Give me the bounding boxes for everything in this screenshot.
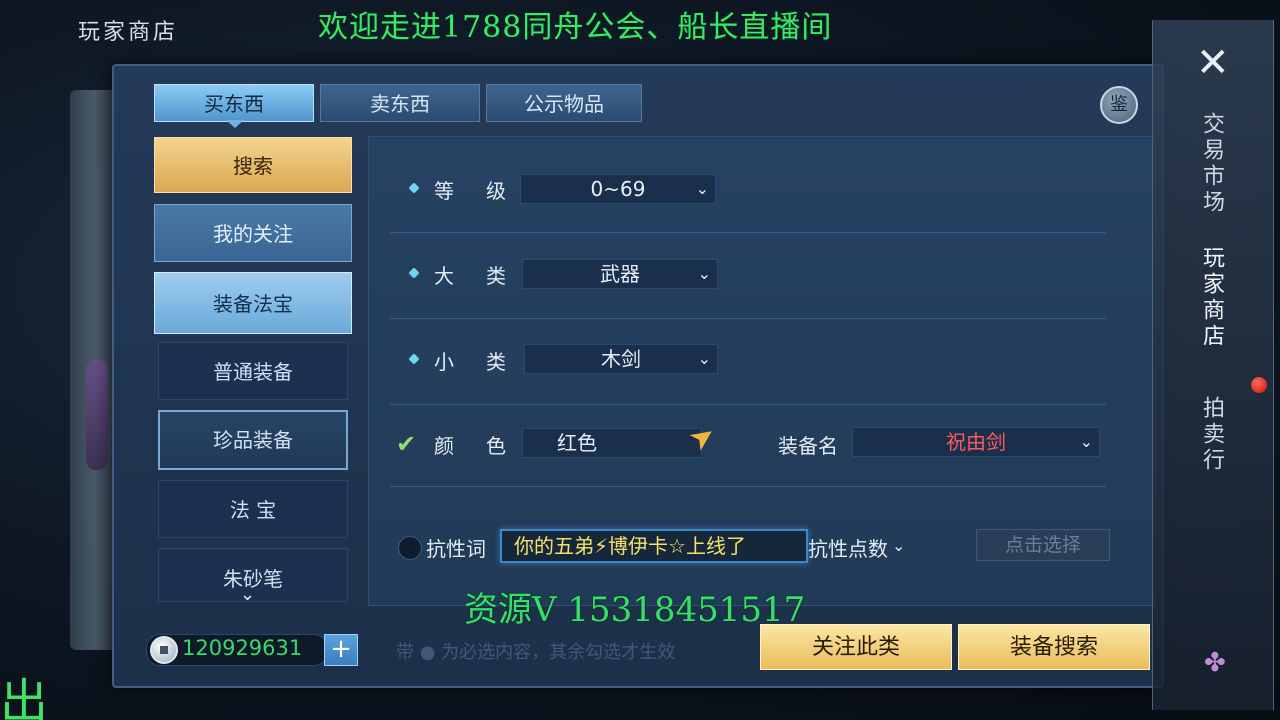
color-value: 红色	[557, 431, 597, 455]
color-dropdown[interactable]: 红色	[522, 428, 702, 458]
coin-hole	[160, 646, 168, 654]
equip-name-label: 装备名	[778, 434, 838, 458]
tab-public-items[interactable]: 公示物品	[486, 84, 642, 122]
rail-item-auction-house[interactable]: 拍卖行	[1199, 396, 1226, 474]
required-hint: 带 ● 为必选内容，其余勾选才生效	[396, 642, 676, 663]
notification-dot	[1251, 377, 1267, 393]
subcategory-dropdown[interactable]: 木剑 ⌄	[524, 344, 718, 374]
follow-category-button[interactable]: 关注此类	[760, 624, 952, 670]
equipment-search-button[interactable]: 装备搜索	[958, 624, 1150, 670]
level-label-2: 级	[486, 179, 506, 203]
side-menu-magic-treasure[interactable]: 法 宝	[158, 480, 348, 538]
resist-radio[interactable]	[398, 536, 422, 560]
color-label-1: 颜	[434, 434, 454, 458]
knot-ornament-icon: ✤	[1204, 648, 1226, 678]
scroll-ribbon-decoration	[86, 360, 108, 470]
side-menu-rare-equipment[interactable]: 珍品装备	[158, 410, 348, 470]
tab-buy[interactable]: 买东西	[154, 84, 314, 122]
level-label-1: 等	[434, 179, 454, 203]
divider	[390, 318, 1106, 319]
category-label-1: 大	[434, 264, 454, 288]
color-label-2: 色	[486, 434, 506, 458]
shop-title: 玩家商店	[78, 20, 179, 45]
chevron-down-icon[interactable]: ⌄	[240, 584, 255, 605]
resist-label: 抗性词	[426, 537, 486, 561]
side-menu-equipment-treasure[interactable]: 装备法宝	[154, 272, 352, 334]
chevron-down-icon: ⌄	[695, 179, 709, 198]
side-menu-normal-equipment[interactable]: 普通装备	[158, 342, 348, 400]
tab-sell[interactable]: 卖东西	[320, 84, 480, 122]
stream-overlay-banner: 欢迎走进1788同舟公会、船长直播间	[318, 10, 833, 45]
side-menu-search[interactable]: 搜索	[154, 137, 352, 193]
divider	[390, 486, 1106, 487]
chevron-down-icon: ⌄	[1079, 432, 1093, 451]
color-checkbox-checkmark-icon[interactable]: ✔	[396, 430, 416, 458]
login-notification-toast: 你的五弟⚡博伊卡☆上线了	[500, 529, 808, 563]
contact-watermark: 资源V 15318451517	[464, 590, 806, 630]
level-value: 0~69	[590, 177, 646, 201]
divider	[390, 232, 1106, 233]
subcategory-label-2: 类	[486, 350, 506, 374]
overlay-corner-text: 出	[0, 674, 49, 720]
level-dropdown[interactable]: 0~69 ⌄	[520, 174, 716, 204]
subcategory-value: 木剑	[601, 347, 641, 371]
chevron-down-icon: ⌄	[697, 264, 711, 283]
chevron-down-icon: ⌄	[697, 349, 711, 368]
category-value: 武器	[600, 262, 640, 286]
rail-item-trade-market[interactable]: 交易市场	[1199, 112, 1226, 216]
side-menu-my-follows[interactable]: 我的关注	[154, 204, 352, 262]
category-dropdown[interactable]: 武器 ⌄	[522, 259, 718, 289]
rail-item-player-shop[interactable]: 玩家商店	[1199, 246, 1226, 350]
currency-amount: 120929631	[182, 636, 303, 660]
subcategory-label-1: 小	[434, 350, 454, 374]
appraise-button[interactable]: 鉴	[1100, 86, 1138, 124]
add-currency-button[interactable]: +	[324, 634, 358, 666]
divider	[390, 404, 1106, 405]
category-label-2: 类	[486, 264, 506, 288]
click-select-button[interactable]: 点击选择	[976, 529, 1110, 561]
equip-name-value: 祝由剑	[946, 430, 1006, 454]
close-icon[interactable]: ✕	[1196, 40, 1230, 86]
equip-name-dropdown[interactable]: 祝由剑 ⌄	[852, 427, 1100, 457]
active-tab-pointer	[226, 120, 244, 128]
chevron-down-icon[interactable]: ⌄	[892, 536, 905, 555]
resist-points-label[interactable]: 抗性点数	[808, 533, 888, 562]
